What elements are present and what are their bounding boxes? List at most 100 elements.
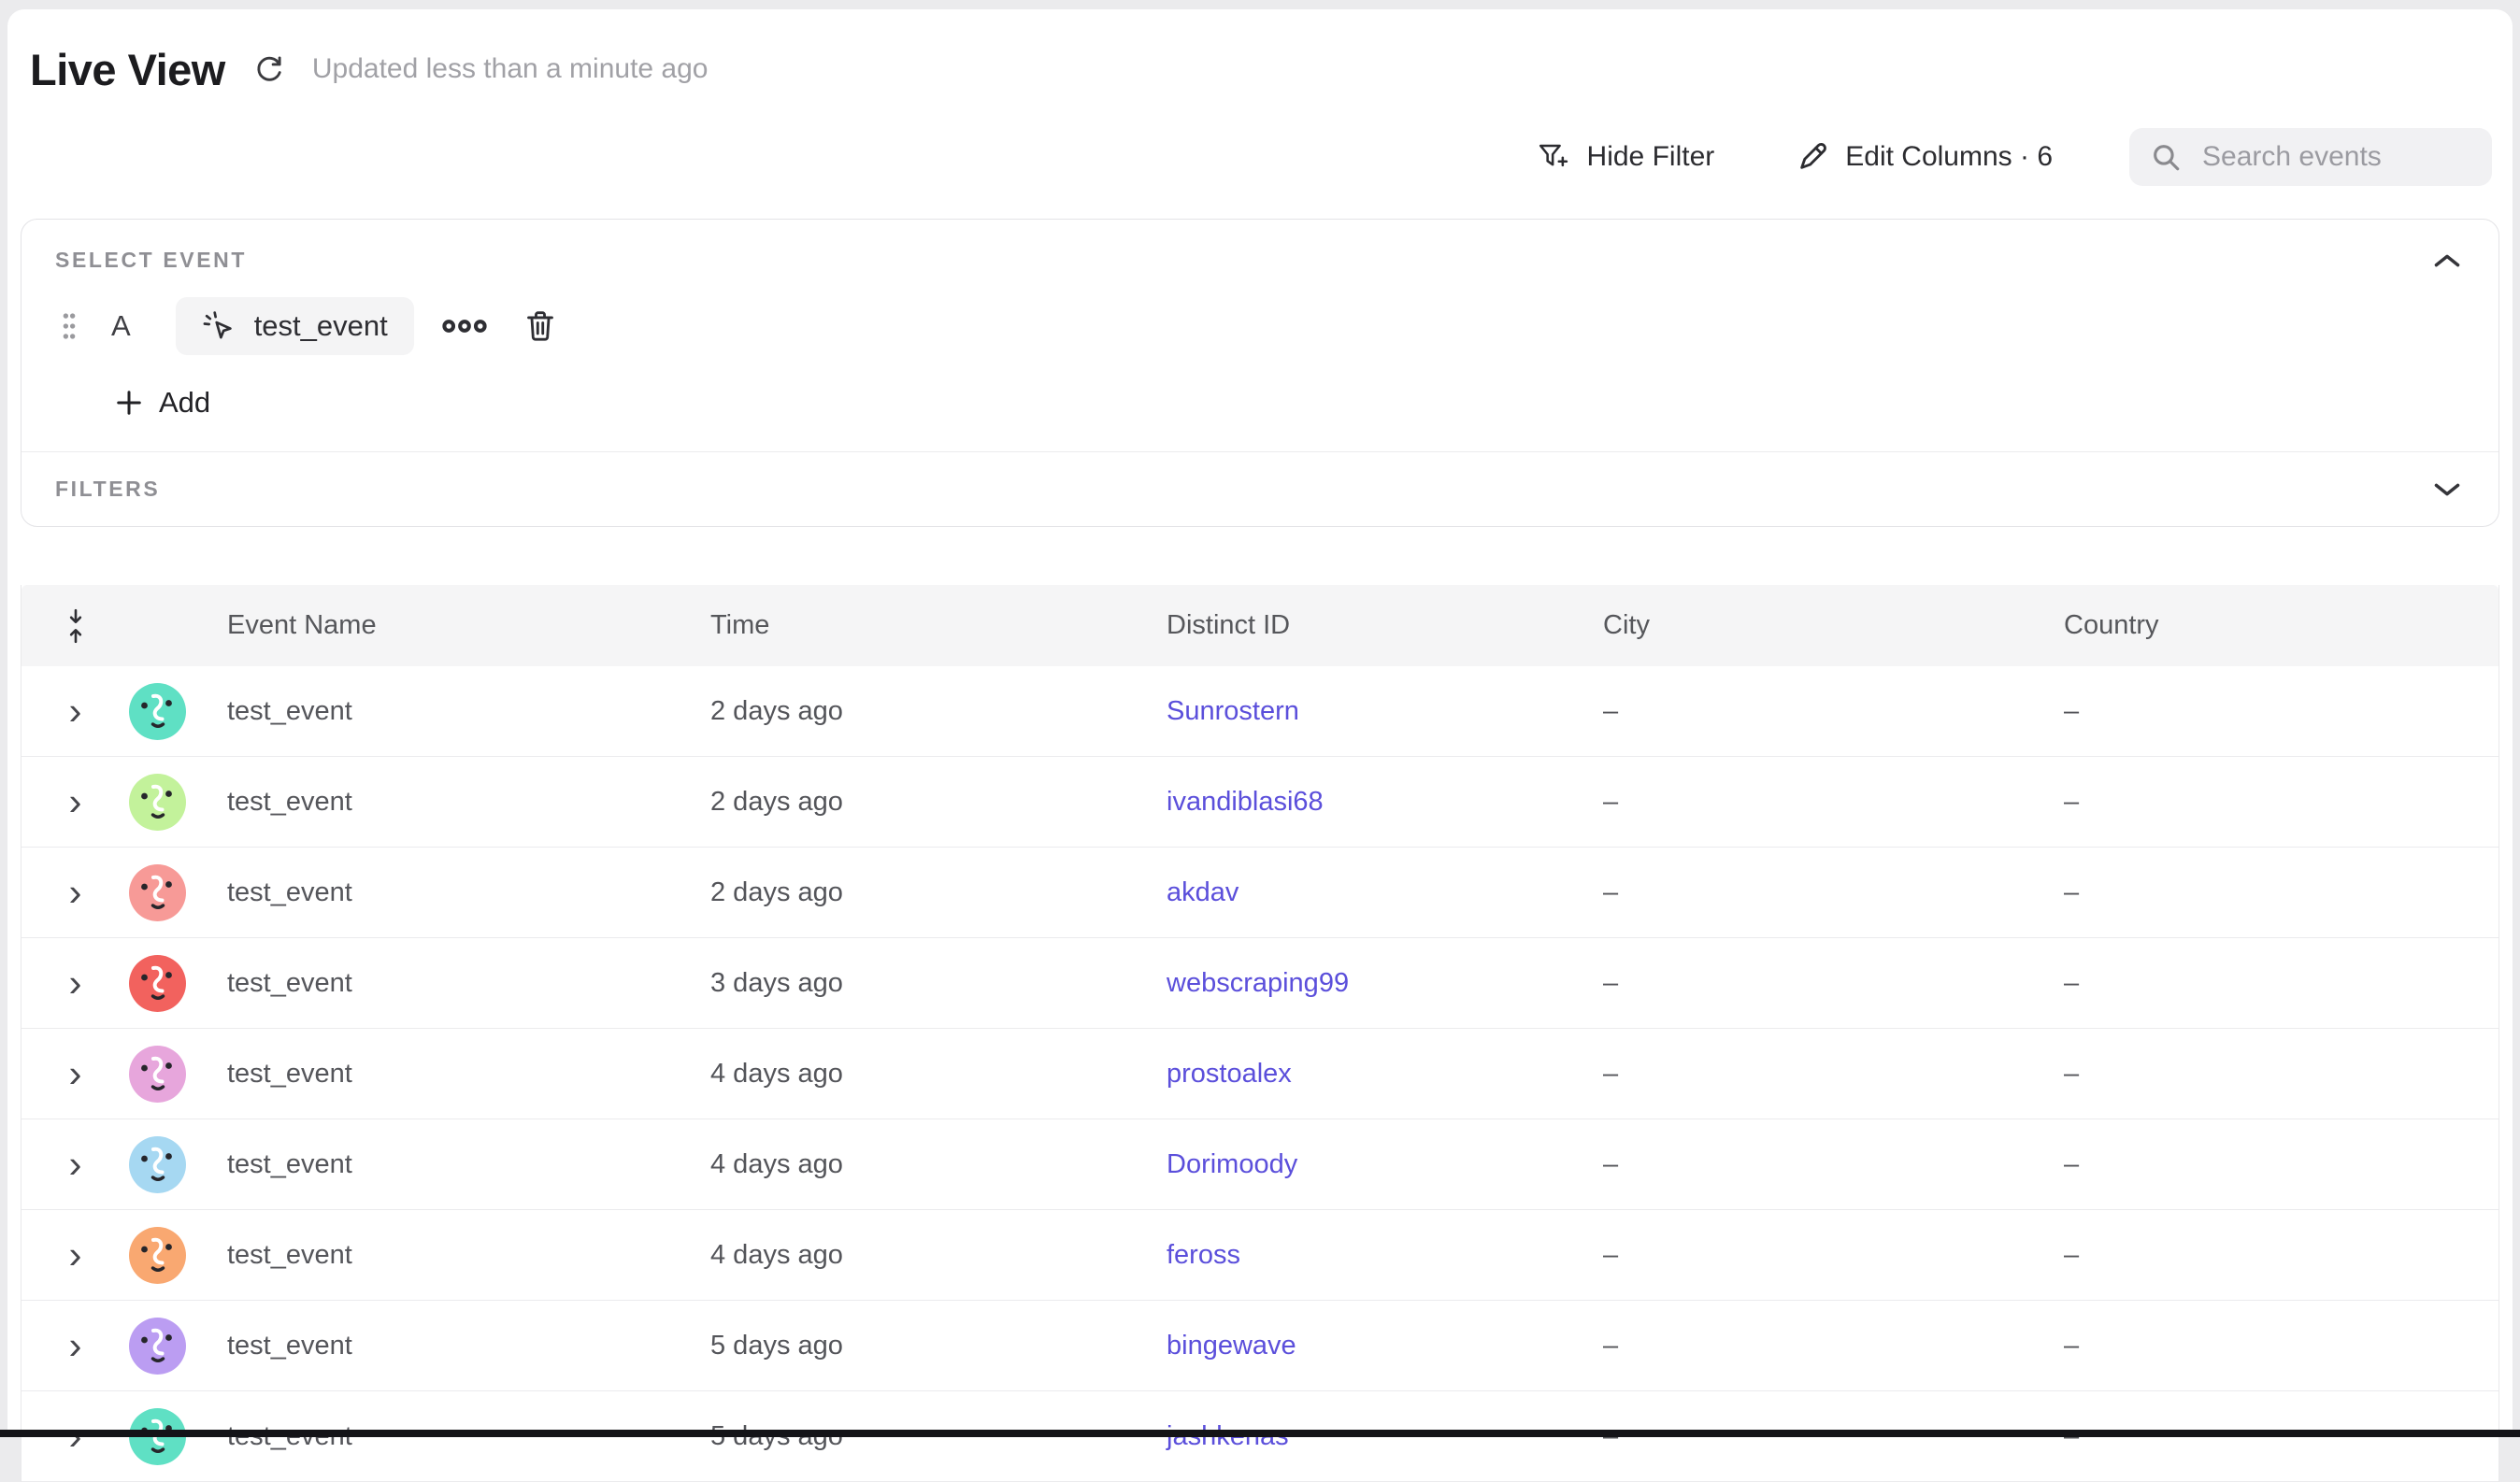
collapse-all-rows-button[interactable] bbox=[64, 607, 88, 645]
expand-row-chevron[interactable]: › bbox=[60, 963, 92, 1003]
user-avatar bbox=[129, 955, 186, 1012]
hide-filter-button[interactable]: Hide Filter bbox=[1531, 140, 1721, 174]
distinct-id-link[interactable]: Dorimoody bbox=[1167, 1149, 1297, 1179]
column-header-event-name: Event Name bbox=[227, 610, 710, 641]
table-row: › test_event 5 days ago bingewave – – bbox=[21, 1301, 2499, 1391]
expand-row-chevron[interactable]: › bbox=[60, 1326, 92, 1365]
collapse-section-button[interactable] bbox=[2429, 251, 2465, 270]
city-cell: – bbox=[1603, 1059, 2064, 1090]
trash-icon bbox=[524, 308, 556, 344]
add-event-button[interactable]: Add bbox=[109, 385, 216, 420]
distinct-id-link[interactable]: webscraping99 bbox=[1167, 968, 1349, 998]
country-cell: – bbox=[2064, 787, 2499, 818]
distinct-id-link[interactable]: Sunrostern bbox=[1167, 696, 1299, 726]
column-header-country: Country bbox=[2064, 610, 2499, 641]
event-name-cell: test_event bbox=[227, 787, 710, 818]
expand-row-chevron[interactable]: › bbox=[60, 873, 92, 912]
city-cell: – bbox=[1603, 1149, 2064, 1180]
event-name-cell: test_event bbox=[227, 877, 710, 908]
time-cell: 3 days ago bbox=[710, 968, 1167, 999]
table-body: › test_event 2 days ago Sunrostern – – › bbox=[21, 666, 2499, 1482]
time-cell: 4 days ago bbox=[710, 1149, 1167, 1180]
country-cell: – bbox=[2064, 1149, 2499, 1180]
distinct-id-link[interactable]: prostoalex bbox=[1167, 1059, 1292, 1089]
refresh-icon bbox=[251, 52, 286, 87]
table-row: › test_event 2 days ago Sunrostern – – bbox=[21, 666, 2499, 757]
city-cell: – bbox=[1603, 877, 2064, 908]
user-avatar bbox=[129, 774, 186, 831]
expand-row-chevron[interactable]: › bbox=[60, 1054, 92, 1093]
country-cell: – bbox=[2064, 1331, 2499, 1361]
time-cell: 5 days ago bbox=[710, 1331, 1167, 1361]
delete-clause-button[interactable] bbox=[524, 308, 556, 344]
table-row: › test_event 4 days ago prostoalex – – bbox=[21, 1029, 2499, 1119]
ellipsis-icon bbox=[442, 318, 487, 335]
chevron-down-icon bbox=[2433, 480, 2461, 499]
event-pill-label: test_event bbox=[254, 309, 388, 343]
user-avatar bbox=[129, 1136, 186, 1193]
city-cell: – bbox=[1603, 696, 2064, 727]
select-event-section: SELECT EVENT A bbox=[21, 220, 2499, 451]
column-header-time: Time bbox=[710, 610, 1167, 641]
distinct-id-link[interactable]: bingewave bbox=[1167, 1331, 1296, 1361]
distinct-id-link[interactable]: akdav bbox=[1167, 877, 1239, 907]
add-button-label: Add bbox=[159, 386, 210, 420]
filter-plus-icon bbox=[1537, 142, 1570, 172]
event-name-cell: test_event bbox=[227, 1240, 710, 1271]
live-view-page: Live View Updated less than a minute ago… bbox=[7, 9, 2513, 1437]
city-cell: – bbox=[1603, 1331, 2064, 1361]
drag-handle-icon[interactable] bbox=[61, 310, 78, 342]
event-name-cell: test_event bbox=[227, 696, 710, 727]
event-select-button[interactable]: test_event bbox=[176, 297, 414, 355]
country-cell: – bbox=[2064, 968, 2499, 999]
country-cell: – bbox=[2064, 1059, 2499, 1090]
edit-columns-button[interactable]: Edit Columns · 6 bbox=[1791, 140, 2058, 174]
window-bottom-edge bbox=[0, 1430, 2520, 1437]
user-avatar bbox=[129, 683, 186, 740]
distinct-id-link[interactable]: ivandiblasi68 bbox=[1167, 787, 1324, 817]
select-event-label: SELECT EVENT bbox=[55, 248, 247, 273]
column-header-distinct-id: Distinct ID bbox=[1167, 610, 1603, 641]
expand-row-chevron[interactable]: › bbox=[60, 1235, 92, 1275]
filters-section: FILTERS bbox=[21, 451, 2499, 526]
chevron-up-icon bbox=[2433, 251, 2461, 270]
distinct-id-link[interactable]: feross bbox=[1167, 1240, 1240, 1270]
table-row: › test_event 3 days ago webscraping99 – … bbox=[21, 938, 2499, 1029]
time-cell: 2 days ago bbox=[710, 787, 1167, 818]
updated-status: Updated less than a minute ago bbox=[312, 53, 709, 85]
page-header: Live View Updated less than a minute ago bbox=[21, 36, 2499, 103]
search-input[interactable] bbox=[2200, 140, 2471, 174]
user-avatar bbox=[129, 1227, 186, 1284]
time-cell: 2 days ago bbox=[710, 877, 1167, 908]
expand-filters-button[interactable] bbox=[2429, 480, 2465, 499]
query-builder-panel: SELECT EVENT A bbox=[21, 219, 2499, 527]
pencil-icon bbox=[1797, 141, 1828, 173]
city-cell: – bbox=[1603, 968, 2064, 999]
event-name-cell: test_event bbox=[227, 1331, 710, 1361]
search-box[interactable] bbox=[2129, 128, 2492, 186]
clause-letter: A bbox=[111, 309, 131, 343]
hide-filter-label: Hide Filter bbox=[1587, 141, 1715, 173]
user-avatar bbox=[129, 1318, 186, 1375]
search-icon bbox=[2150, 141, 2182, 173]
more-options-button[interactable] bbox=[442, 318, 487, 335]
edit-columns-label: Edit Columns · 6 bbox=[1845, 141, 2053, 173]
filters-label: FILTERS bbox=[55, 477, 160, 502]
plus-icon bbox=[115, 389, 143, 417]
expand-row-chevron[interactable]: › bbox=[60, 1145, 92, 1184]
refresh-button[interactable] bbox=[251, 52, 286, 87]
table-row: › test_event 4 days ago Dorimoody – – bbox=[21, 1119, 2499, 1210]
country-cell: – bbox=[2064, 696, 2499, 727]
table-row: › test_event 2 days ago ivandiblasi68 – … bbox=[21, 757, 2499, 848]
table-row: › test_event 2 days ago akdav – – bbox=[21, 848, 2499, 938]
country-cell: – bbox=[2064, 877, 2499, 908]
events-table: Event Name Time Distinct ID City Country… bbox=[21, 585, 2499, 1482]
event-name-cell: test_event bbox=[227, 968, 710, 999]
expand-row-chevron[interactable]: › bbox=[60, 782, 92, 821]
collapse-rows-icon bbox=[64, 607, 88, 645]
expand-row-chevron[interactable]: › bbox=[60, 691, 92, 731]
event-name-cell: test_event bbox=[227, 1149, 710, 1180]
event-name-cell: test_event bbox=[227, 1059, 710, 1090]
column-header-city: City bbox=[1603, 610, 2064, 641]
city-cell: – bbox=[1603, 787, 2064, 818]
